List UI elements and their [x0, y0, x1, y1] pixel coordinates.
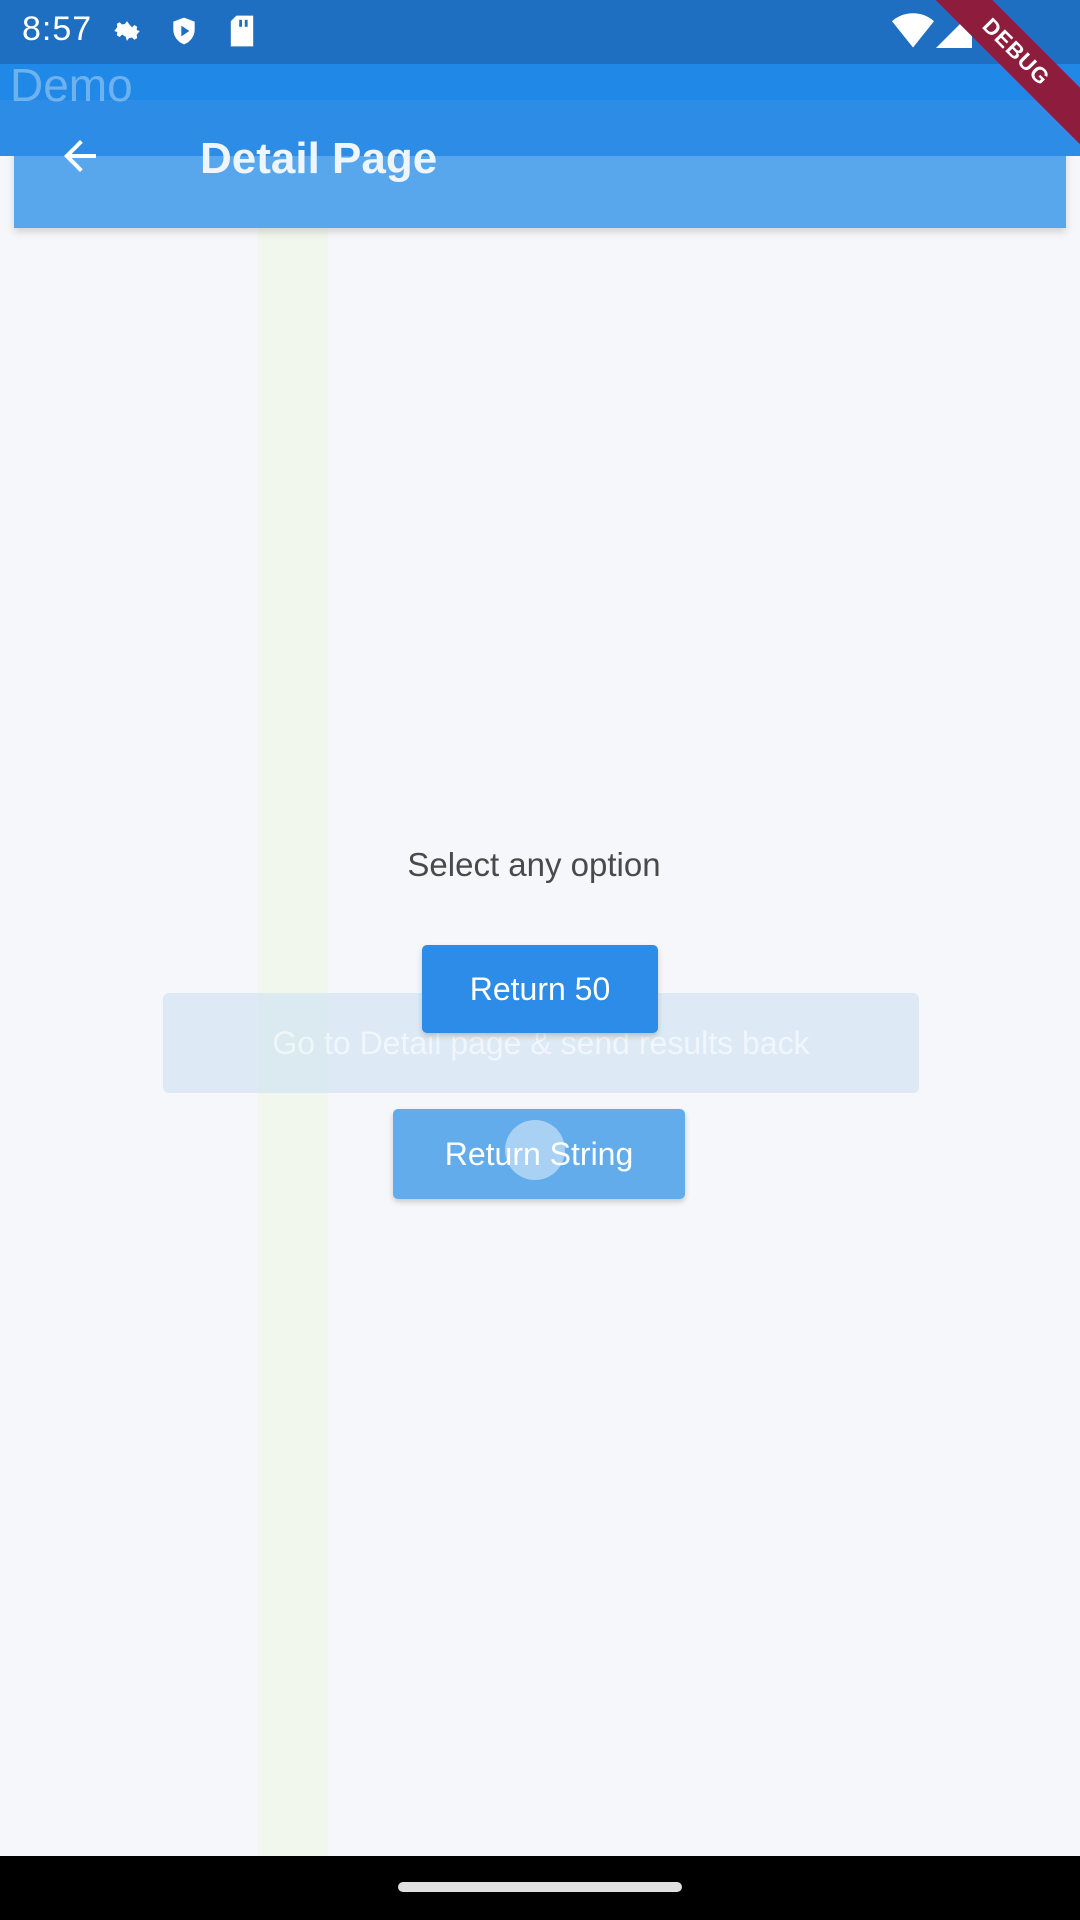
- gear-icon: [110, 14, 144, 53]
- page-title: Detail Page: [200, 134, 438, 183]
- arrow-back-icon: [64, 140, 96, 172]
- sd-card-icon: [228, 14, 256, 53]
- home-gesture-handle[interactable]: [398, 1882, 682, 1892]
- prompt-text: Select any option: [407, 846, 661, 883]
- wifi-icon: [892, 12, 934, 53]
- app-bar-overlay: [0, 100, 1080, 156]
- return-50-button[interactable]: Return 50: [422, 945, 658, 1033]
- shield-icon: [168, 14, 200, 53]
- touch-ripple: [505, 1120, 565, 1180]
- navigation-bar: [0, 1856, 1080, 1920]
- status-bar: 8:57: [0, 0, 1080, 64]
- status-time: 8:57: [22, 10, 93, 48]
- previous-page-title: Demo: [10, 59, 133, 111]
- back-button[interactable]: [56, 132, 116, 182]
